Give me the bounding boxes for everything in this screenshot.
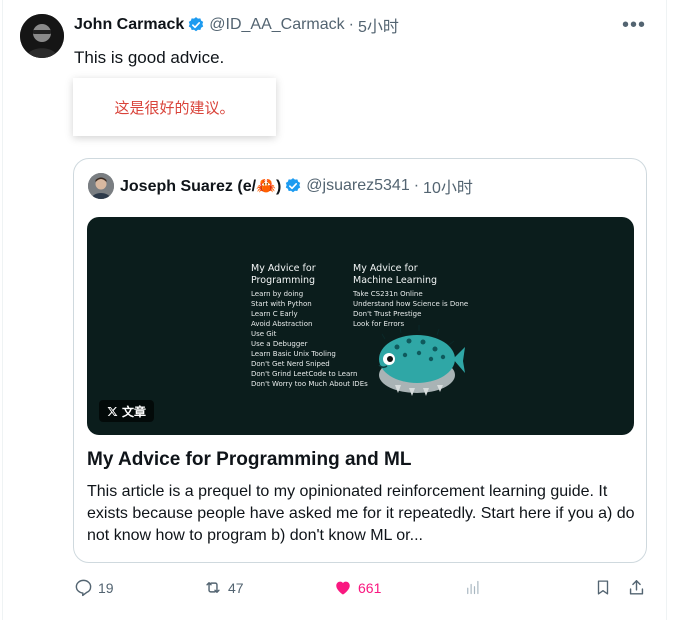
article-cover-image[interactable]: My Advice for Programming Learn by doing… bbox=[87, 217, 634, 435]
col1-title-line2: Programming bbox=[251, 275, 316, 286]
author-name[interactable]: John Carmack bbox=[74, 16, 184, 34]
tweet-action-bar: 19 47 661 bbox=[74, 578, 648, 600]
translation-popup: 这是很好的建议。 bbox=[73, 78, 276, 136]
article-type-tag: 文章 bbox=[99, 400, 155, 422]
col1-item: Learn by doing bbox=[251, 290, 304, 298]
quoted-header-separator: · bbox=[413, 177, 420, 194]
quoted-tweet-card[interactable]: Joseph Suarez (e/🦀) @jsuarez5341 · 10小时 … bbox=[73, 158, 647, 563]
quoted-author-handle[interactable]: @jsuarez5341 bbox=[306, 177, 409, 195]
tweet-timestamp[interactable]: 5小时 bbox=[358, 13, 399, 37]
translation-text: 这是很好的建议。 bbox=[114, 98, 235, 117]
like-count: 661 bbox=[358, 579, 382, 596]
repost-button[interactable]: 47 bbox=[203, 578, 244, 597]
col1-item: Don't Worry too Much About IDEs bbox=[251, 380, 368, 388]
share-icon bbox=[629, 580, 644, 595]
reply-button[interactable]: 19 bbox=[74, 578, 114, 597]
reply-count: 19 bbox=[98, 579, 114, 596]
header-separator: · bbox=[348, 16, 354, 33]
quoted-author-name[interactable]: Joseph Suarez (e/🦀) bbox=[120, 176, 281, 196]
col1-item: Use a Debugger bbox=[251, 340, 308, 348]
col1-item: Avoid Abstraction bbox=[251, 320, 313, 328]
article-snippet: This article is a prequel to my opiniona… bbox=[87, 483, 635, 544]
x-logo-icon bbox=[107, 406, 118, 416]
col2-item: Understand how Science is Done bbox=[353, 300, 469, 308]
timeline-left-border bbox=[2, 0, 3, 620]
col2-item: Take CS231n Online bbox=[353, 290, 423, 298]
ml-advice-column: My Advice for Machine Learning Take CS23… bbox=[353, 263, 468, 329]
tweet-header: John Carmack @ID_AA_Carmack · 5小时 bbox=[74, 14, 399, 36]
col2-item: Don't Trust Prestige bbox=[353, 310, 422, 318]
tweet-text: This is good advice. bbox=[74, 48, 225, 67]
reply-icon bbox=[75, 579, 92, 597]
article-tag-label: 文章 bbox=[122, 404, 147, 419]
verified-badge-icon bbox=[286, 178, 301, 193]
col1-item: Don't Get Nerd Sniped bbox=[251, 360, 330, 368]
article-title[interactable]: My Advice for Programming and ML bbox=[87, 449, 411, 471]
analytics-icon bbox=[467, 580, 479, 595]
views-button[interactable] bbox=[464, 578, 482, 597]
col1-item: Learn Basic Unix Tooling bbox=[251, 350, 336, 358]
quoted-tweet-header: Joseph Suarez (e/🦀) @jsuarez5341 · 10小时 bbox=[120, 175, 473, 197]
col2-title-line2: Machine Learning bbox=[353, 275, 438, 286]
more-horizontal-icon[interactable]: ••• bbox=[622, 15, 646, 35]
col1-item: Learn C Early bbox=[251, 310, 298, 318]
bookmark-button[interactable] bbox=[594, 578, 612, 597]
author-handle[interactable]: @ID_AA_Carmack bbox=[209, 16, 344, 34]
programming-advice-column: My Advice for Programming Learn by doing… bbox=[251, 263, 368, 389]
quoted-tweet-timestamp[interactable]: 10小时 bbox=[423, 174, 473, 198]
pufferfish-illustration bbox=[378, 325, 465, 396]
timeline-right-border bbox=[666, 0, 667, 620]
col1-title-line1: My Advice for bbox=[251, 263, 316, 274]
col1-item: Use Git bbox=[251, 330, 277, 338]
repost-count: 47 bbox=[228, 579, 244, 596]
heart-filled-icon bbox=[336, 581, 350, 595]
bookmark-icon bbox=[597, 580, 609, 595]
like-button[interactable]: 661 bbox=[333, 578, 381, 597]
share-button[interactable] bbox=[627, 578, 646, 597]
verified-badge-icon bbox=[189, 17, 204, 32]
col1-item: Don't Grind LeetCode to Learn bbox=[251, 370, 358, 378]
author-avatar[interactable] bbox=[20, 14, 64, 58]
quoted-author-avatar[interactable] bbox=[88, 173, 114, 199]
col2-title-line1: My Advice for bbox=[353, 263, 418, 274]
col1-item: Start with Python bbox=[251, 300, 312, 308]
repost-icon bbox=[206, 582, 220, 593]
